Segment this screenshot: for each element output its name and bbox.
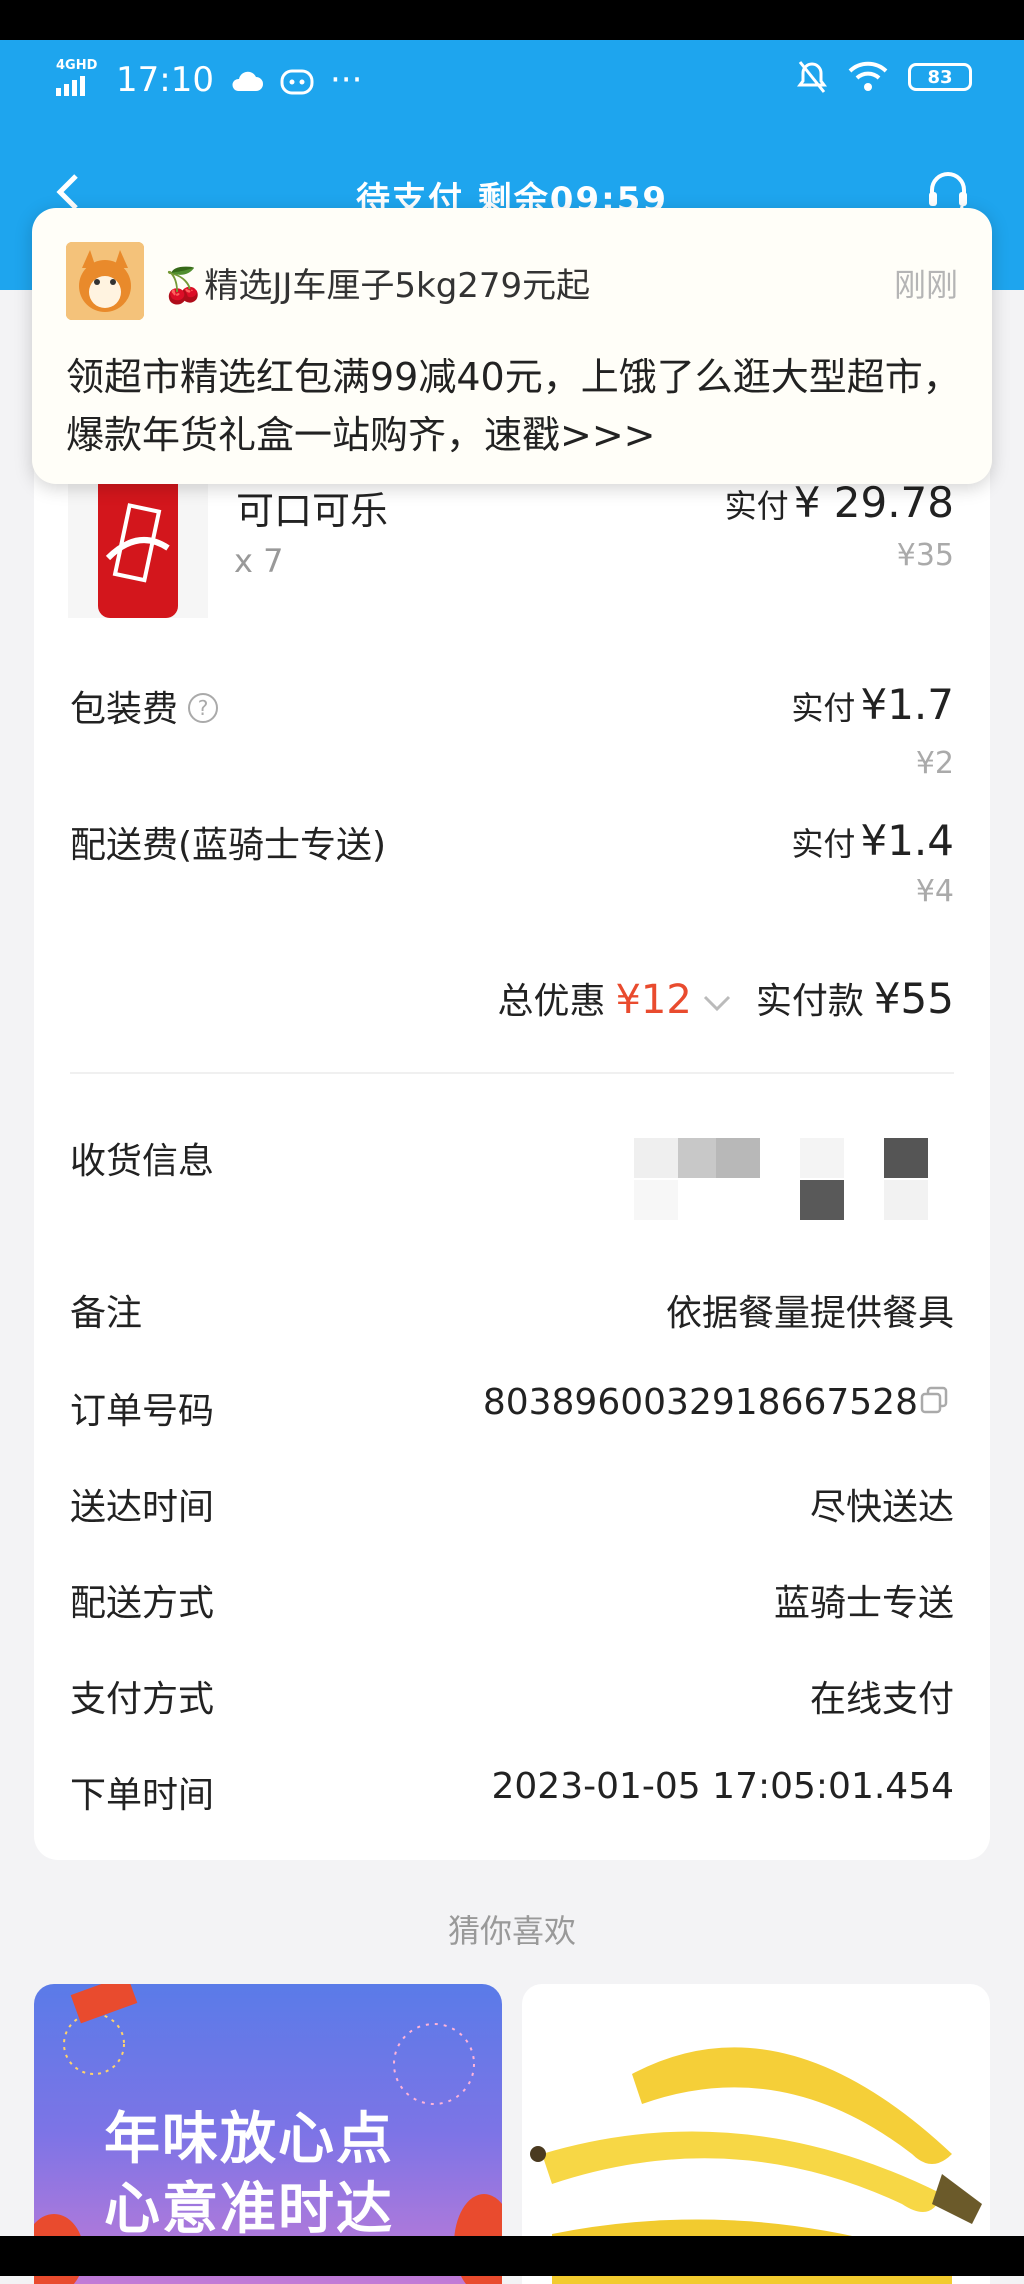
mosaic-block: [800, 1180, 844, 1220]
info-label-delivery-method: 配送方式: [70, 1583, 215, 1624]
mosaic-block: [800, 1138, 844, 1178]
signal-icon: 4GHD: [56, 58, 100, 102]
discount-value[interactable]: ¥12: [615, 977, 691, 1023]
total-value: ¥55: [873, 974, 954, 1023]
info-label-address: 收货信息: [70, 1141, 215, 1182]
notification-time: 刚刚: [893, 266, 958, 304]
packaging-fee-paid: 实付 ¥1.7: [791, 680, 954, 729]
paid-value: ¥1.7: [860, 680, 954, 729]
info-value-payment-method: 在线支付: [809, 1679, 954, 1720]
battery-level: 83: [927, 66, 953, 88]
discount-label: 总优惠: [497, 981, 606, 1022]
weather-icon: [232, 71, 263, 91]
info-value-delivery-method: 蓝骑士专送: [773, 1583, 954, 1624]
chevron-down-icon[interactable]: [702, 993, 732, 1013]
battery-icon: 83: [908, 63, 972, 91]
paid-label: 实付: [791, 689, 856, 727]
app-avatar-icon: [66, 242, 144, 320]
mosaic-block: [716, 1138, 760, 1178]
copy-icon[interactable]: [918, 1384, 950, 1416]
info-value-order-time: 2023-01-05 17:05:01.454: [491, 1766, 955, 1807]
product-quantity: x 7: [234, 542, 284, 580]
info-label-remark: 备注: [70, 1293, 143, 1334]
info-label-delivery-time: 送达时间: [70, 1487, 215, 1528]
info-label-payment-method: 支付方式: [70, 1679, 215, 1720]
packaging-fee-text: 包装费: [70, 689, 179, 730]
push-notification[interactable]: 🍒精选JJ车厘子5kg279元起 刚刚 领超市精选红包满99减40元，上饿了么逛…: [32, 208, 992, 484]
payment-summary: 总优惠 ¥12 实付款 ¥55: [497, 972, 954, 1024]
notification-body: 领超市精选红包满99减40元，上饿了么逛大型超市，爆款年货礼盒一站购齐，速戳>>…: [66, 355, 961, 457]
paid-label: 实付: [724, 487, 789, 525]
delivery-fee-label: 配送费(蓝骑士专送): [70, 825, 387, 866]
more-notifications: ···: [329, 60, 363, 100]
delivery-fee-original: ¥4: [915, 874, 954, 909]
product-name: 可口可乐: [236, 489, 389, 533]
promo-line-1: 年味放心点: [104, 2107, 394, 2172]
paid-value: ¥ 29.78: [793, 478, 954, 527]
notification-title: 🍒精选JJ车厘子5kg279元起: [162, 266, 591, 306]
promo-line-2: 心意准时达: [104, 2177, 394, 2242]
app-notify-icon: [280, 69, 314, 95]
mosaic-block: [634, 1138, 678, 1178]
delivery-fee-paid: 实付 ¥1.4: [791, 816, 954, 865]
status-time: 17:10: [116, 60, 214, 100]
mosaic-block: [884, 1180, 928, 1220]
mute-bell-icon: [797, 61, 827, 93]
paid-value: ¥1.4: [860, 816, 954, 865]
bottom-black-edge: [0, 2236, 1024, 2276]
mosaic-block: [634, 1180, 678, 1220]
network-type: 4GHD: [56, 58, 98, 73]
top-black-edge: [0, 0, 1024, 40]
info-value-order-number: 8038960032918667528: [482, 1382, 918, 1423]
mosaic-block: [884, 1138, 928, 1178]
product-image: [68, 468, 208, 618]
info-value-delivery-time: 尽快送达: [809, 1487, 954, 1528]
total-label: 实付款: [755, 981, 864, 1022]
product-original-price: ¥35: [896, 538, 954, 573]
recommend-title: 猜你喜欢: [447, 1912, 576, 1950]
wifi-icon: [848, 61, 888, 91]
status-bar: 4GHD 17:10 ··· 83: [0, 40, 1024, 120]
help-icon[interactable]: ?: [188, 693, 219, 723]
divider: [70, 1072, 954, 1074]
paid-label: 实付: [791, 825, 856, 863]
packaging-fee-label: 包装费?: [70, 680, 219, 732]
info-label-order-time: 下单时间: [70, 1775, 215, 1816]
info-label-order-number: 订单号码: [70, 1391, 215, 1432]
product-paid: 实付 ¥ 29.78: [725, 478, 954, 527]
packaging-fee-original: ¥2: [915, 746, 954, 781]
info-value-remark: 依据餐量提供餐具: [665, 1293, 954, 1334]
